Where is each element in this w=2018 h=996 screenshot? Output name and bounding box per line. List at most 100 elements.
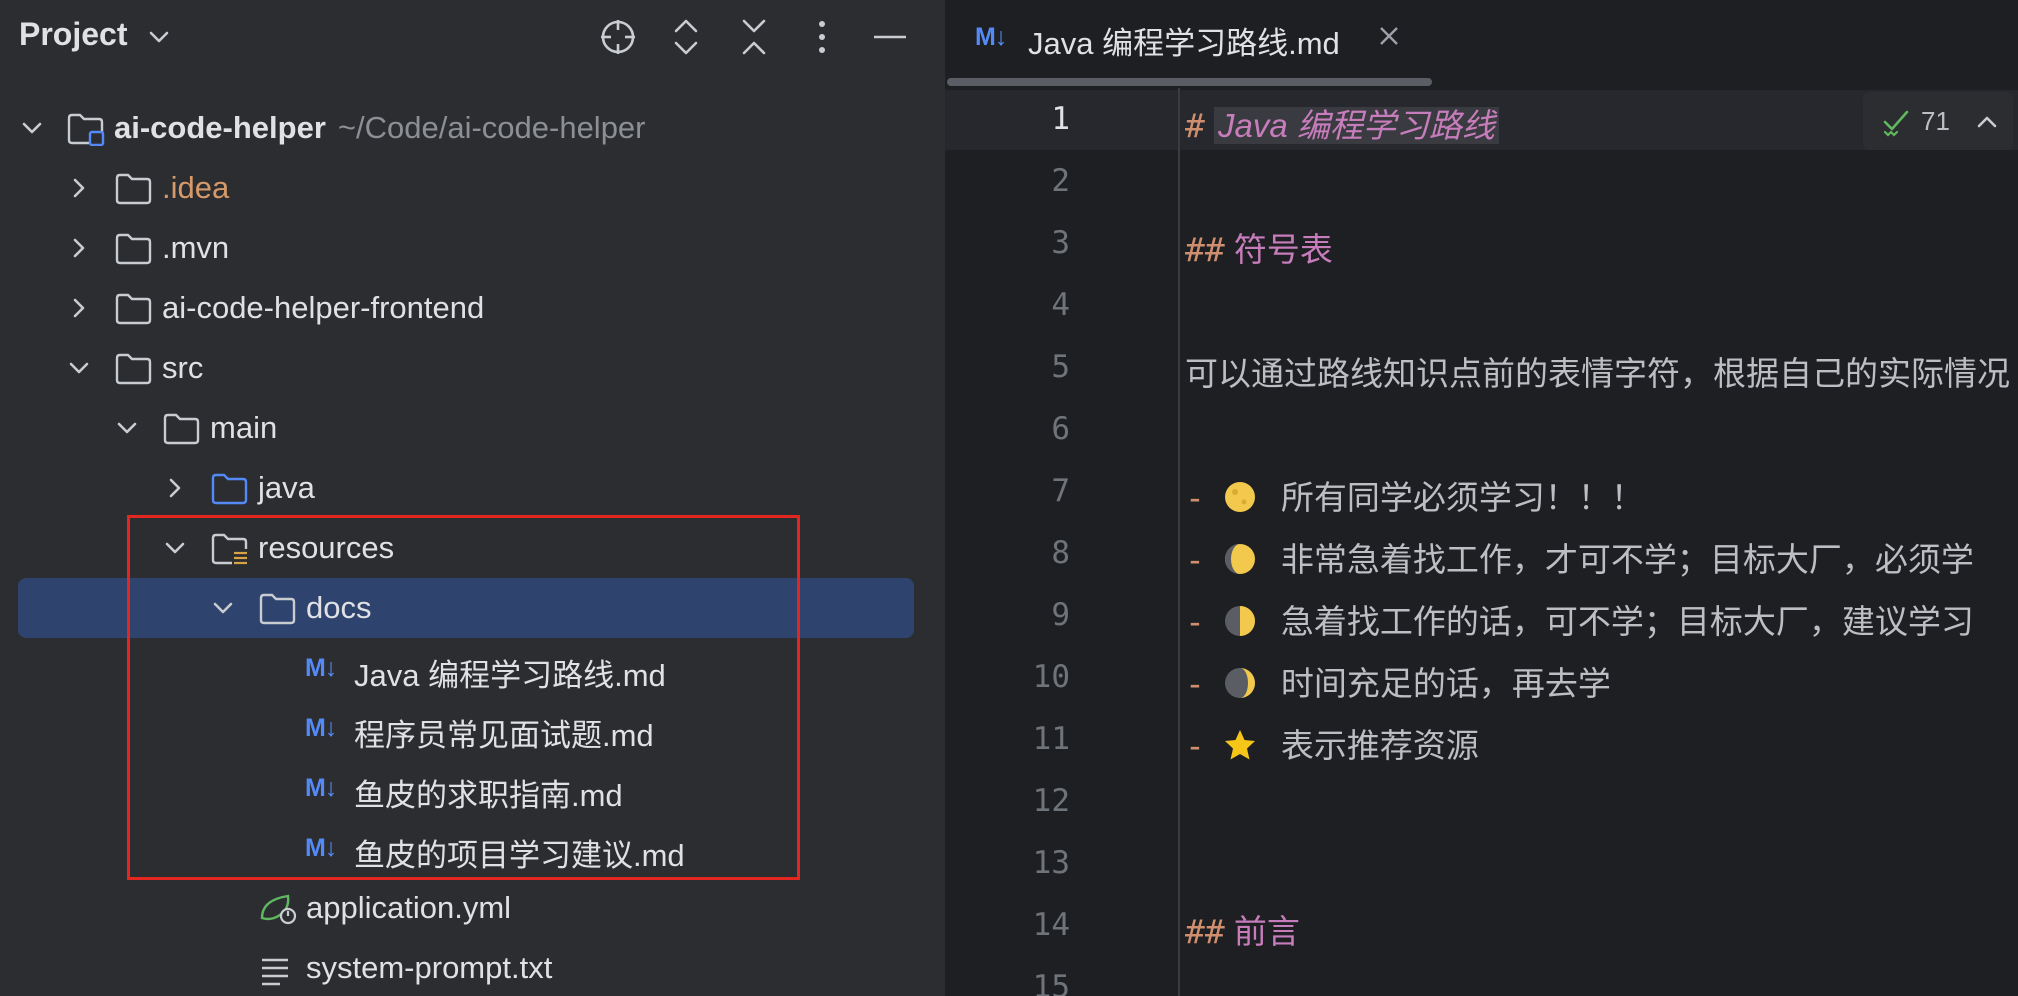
collapse-all-icon[interactable] [733,16,775,58]
folder-icon [115,293,152,325]
line-number: 5 [1051,349,1070,385]
double-check-icon [1883,110,1909,137]
line-number: 2 [1051,163,1070,199]
editor-tab-bar: M↓ Java 编程学习路线.md [945,0,2018,86]
expand-all-icon[interactable] [665,16,707,58]
line-number: 10 [1032,659,1070,695]
list-marker: - [1185,540,1205,579]
waxing-gibbous-moon-icon [1224,544,1255,575]
tree-label: .mvn [162,230,230,265]
project-title[interactable]: Project [19,16,127,53]
tab-label: Java 编程学习路线.md [1028,26,1340,61]
chevron-down-icon[interactable] [146,24,172,50]
markdown-icon: M↓ [975,23,1007,51]
chevron-up-icon[interactable] [1975,110,1999,134]
tab-scrollbar[interactable] [947,78,1432,86]
list-marker: - [1185,726,1205,765]
line-number: 7 [1051,473,1070,509]
tree-row-java[interactable]: java [0,458,945,518]
code-line-heading-2[interactable]: ## 前言 [1185,905,1300,953]
star-icon [1224,730,1255,760]
list-marker: - [1185,478,1205,517]
list-marker: - [1185,664,1205,703]
line-number: 8 [1051,535,1070,571]
tree-label: system-prompt.txt [306,950,553,985]
spring-config-icon [260,894,297,925]
first-quarter-moon-icon [1224,606,1255,637]
inspection-widget[interactable]: 71 [1863,92,2013,150]
tree-label: java [258,470,315,505]
folder-icon [115,173,152,205]
code-line-list-item[interactable]: - 急着找工作的话，可不学；目标大厂，建议学习 [1185,595,1974,643]
tree-row-main[interactable]: main [0,398,945,458]
tree-row-ai-code-helper[interactable]: ai-code-helper ~/Code/ai-code-helper [0,98,945,158]
folder-icon [115,353,152,385]
code-line-paragraph[interactable]: 可以通过路线知识点前的表情字符，根据自己的实际情况 [1185,347,2010,395]
tree-row-system-prompt[interactable]: system-prompt.txt [0,938,945,996]
tree-label: src [162,350,204,385]
more-options-icon[interactable] [801,16,843,58]
list-item-text: 所有同学必须学习！！！ [1280,479,1644,516]
code-line-list-item[interactable]: - 非常急着找工作，才可不学；目标大厂，必须学 [1185,533,1974,581]
folder-icon [115,233,152,265]
list-item-text: 表示推荐资源 [1280,727,1479,764]
line-number: 11 [1032,721,1070,757]
list-item-text: 时间充足的话，再去学 [1280,665,1611,702]
line-number: 12 [1032,783,1070,819]
project-path: ~/Code/ai-code-helper [337,110,646,145]
inspection-count: 71 [1921,106,1950,136]
code-line-heading-2[interactable]: ## 符号表 [1185,223,1333,271]
project-header: Project [0,0,945,74]
source-folder-icon [211,473,248,505]
code-line-list-item[interactable]: - 时间充足的话，再去学 [1185,657,1611,705]
tree-row-src[interactable]: src [0,338,945,398]
folder-icon [163,413,200,445]
tree-row-application-yml[interactable]: application.yml [0,878,945,938]
line-number: 13 [1032,845,1070,881]
tree-row-mvn[interactable]: .mvn [0,218,945,278]
paragraph-text: 可以通过路线知识点前的表情字符，根据自己的实际情况 [1185,355,2010,392]
module-folder-icon [67,113,105,146]
code-line-list-item[interactable]: - 所有同学必须学习！！！ [1185,471,1644,519]
tree-row-frontend[interactable]: ai-code-helper-frontend [0,278,945,338]
heading-text: 前言 [1233,913,1300,950]
project-tool-window: Project ai-code-helper ~/Code/ai-code-he… [0,0,945,996]
hide-panel-icon[interactable] [869,16,911,58]
code-line-list-item[interactable]: - 表示推荐资源 [1185,719,1479,767]
chevron-right-icon[interactable] [66,235,92,261]
line-number: 15 [1032,969,1070,996]
chevron-right-icon[interactable] [66,295,92,321]
heading-marker: ## [1185,230,1225,269]
line-number: 14 [1032,907,1070,943]
heading-marker: ## [1185,912,1225,951]
text-file-icon [262,958,288,986]
line-number: 6 [1051,411,1070,447]
tree-row-idea[interactable]: .idea [0,158,945,218]
tree-label: application.yml [306,890,512,925]
list-item-text: 非常急着找工作，才可不学；目标大厂，必须学 [1280,541,1974,578]
line-number: 9 [1051,597,1070,633]
tree-label: main [210,410,278,445]
chevron-down-icon[interactable] [114,415,140,441]
tree-label: ai-code-helper ~/Code/ai-code-helper [114,110,646,145]
list-marker: - [1185,602,1205,641]
chevron-right-icon[interactable] [162,475,188,501]
chevron-down-icon[interactable] [19,115,45,141]
chevron-down-icon[interactable] [66,355,92,381]
line-number: 1 [1051,101,1070,137]
editor-pane: M↓ Java 编程学习路线.md 1 2 3 4 5 6 7 8 9 10 1… [945,0,2018,996]
heading-marker: # [1185,106,1205,145]
target-icon[interactable] [597,16,639,58]
line-number: 4 [1051,287,1070,323]
full-moon-icon [1224,482,1255,513]
waxing-crescent-moon-icon [1224,668,1255,699]
line-number: 3 [1051,225,1070,261]
close-icon[interactable] [1375,22,1403,50]
gutter-separator [1178,88,1180,996]
annotation-highlight-box [127,515,800,880]
list-item-text: 急着找工作的话，可不学；目标大厂，建议学习 [1280,603,1974,640]
code-line-heading-1[interactable]: # Java 编程学习路线 [1185,99,1499,147]
heading-text: 符号表 [1233,231,1333,268]
chevron-right-icon[interactable] [66,175,92,201]
editor-tab[interactable]: M↓ Java 编程学习路线.md [945,0,1415,86]
